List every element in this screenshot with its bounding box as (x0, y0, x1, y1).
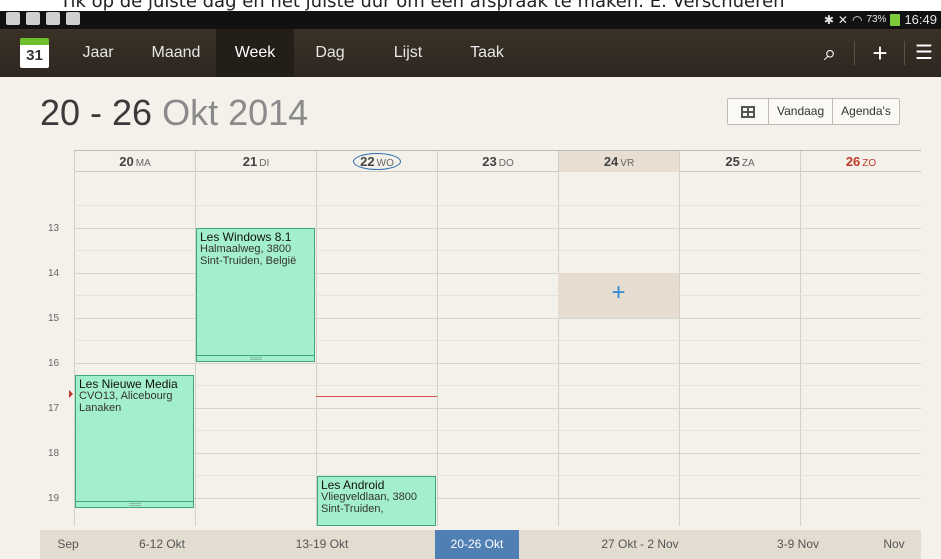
day-header-wed[interactable]: 22 WO (316, 151, 437, 172)
day-header-tue[interactable]: 21 DI (195, 151, 316, 172)
calendar-app-icon[interactable]: 31 (20, 38, 49, 68)
divider (904, 41, 905, 65)
week-item[interactable]: Sep (40, 530, 96, 559)
plus-icon: + (872, 38, 888, 68)
day-header-sun[interactable]: 26 ZO (800, 151, 921, 172)
resize-handle[interactable] (249, 357, 262, 360)
week-item[interactable]: 3-9 Nov (760, 530, 836, 559)
new-event-slot[interactable]: + (558, 273, 679, 318)
week-grid[interactable]: + Les Windows 8.1 Halmaalweg, 3800 Sint-… (74, 172, 921, 526)
hour-label-18: 18 (48, 448, 60, 459)
today-marker: 22 WO (353, 153, 401, 170)
day-header-fri[interactable]: 24 VR (558, 151, 679, 172)
event-title: Les Nieuwe Media (79, 377, 178, 391)
week-item[interactable]: 6-12 Okt (120, 530, 204, 559)
gallery-icon (6, 12, 20, 25)
event-windows[interactable]: Les Windows 8.1 Halmaalweg, 3800 Sint-Tr… (196, 228, 315, 362)
date-range: 20 - 26 (40, 92, 153, 133)
check-icon (46, 12, 60, 25)
hour-label-19: 19 (48, 493, 60, 504)
search-icon: ⌕ (823, 40, 837, 65)
week-item[interactable]: 27 Okt - 2 Nov (585, 530, 695, 559)
overflow-menu-button[interactable]: ☰ (910, 29, 938, 77)
divider (854, 41, 855, 65)
event-location: Vliegveldlaan, 3800 Sint-Truiden, (321, 491, 418, 515)
hour-label-15: 15 (48, 313, 60, 324)
google-plus-icon (26, 12, 40, 25)
hour-label-14: 14 (48, 268, 60, 279)
bluetooth-icon: ✱ (823, 12, 834, 27)
tab-jaar[interactable]: Jaar (70, 29, 126, 77)
notification-icon (66, 12, 80, 25)
action-bar: 31 Jaar Maand Week Dag Lijst Taak ⌕ + ☰ (0, 29, 941, 77)
week-item[interactable]: 13-19 Okt (280, 530, 364, 559)
add-event-button[interactable]: + (862, 29, 898, 77)
battery-percent: 73% (866, 14, 887, 25)
event-title: Les Android (321, 478, 385, 492)
calendars-button[interactable]: Agenda's (832, 99, 899, 124)
resize-handle[interactable] (128, 503, 141, 506)
view-toggle-button[interactable] (728, 99, 768, 124)
day-header-thu[interactable]: 23 DO (437, 151, 558, 172)
current-time-marker (69, 390, 73, 398)
week-item[interactable]: Nov (872, 530, 916, 559)
hour-label-13: 13 (48, 223, 60, 234)
view-controls: Vandaag Agenda's (727, 98, 900, 125)
battery-icon (890, 13, 901, 26)
menu-icon: ☰ (915, 42, 933, 64)
event-location: Halmaalweg, 3800 Sint-Truiden, België (200, 243, 297, 267)
tab-week[interactable]: Week (216, 29, 294, 77)
current-time-line (316, 396, 437, 397)
month-year: Okt 2014 (162, 92, 309, 133)
day-header-sat[interactable]: 25 ZA (679, 151, 800, 172)
add-event-icon: + (611, 279, 626, 306)
hour-label-16: 16 (48, 358, 60, 369)
week-navigation: Sep 6-12 Okt 13-19 Okt 20-26 Okt 27 Okt … (40, 530, 921, 559)
wifi-icon: ◠ (851, 12, 863, 27)
search-button[interactable]: ⌕ (812, 29, 848, 77)
event-title: Les Windows 8.1 (200, 230, 292, 244)
event-nieuwe-media[interactable]: Les Nieuwe Media CVO13, Alicebourg Lanak… (75, 375, 194, 508)
grid-icon (741, 105, 755, 118)
day-header-mon[interactable]: 20 MA (74, 151, 195, 172)
day-header-row: 20 MA 21 DI 22 WO 23 DO 24 VR 25 ZA 26 ZO (74, 150, 921, 172)
week-item-current[interactable]: 20-26 Okt (435, 530, 519, 559)
hour-label-17: 17 (48, 403, 60, 414)
tab-taak[interactable]: Taak (454, 29, 520, 77)
caption-strip: Tik op de juiste dag en het juiste uur o… (0, 0, 941, 11)
status-bar: ✱ ✕ ◠ 73% 16:49 (0, 11, 941, 29)
event-android[interactable]: Les Android Vliegveldlaan, 3800 Sint-Tru… (317, 476, 436, 526)
clock: 16:49 (904, 12, 937, 27)
page-title: 20 - 26 Okt 2014 (40, 92, 308, 134)
event-location: CVO13, Alicebourg Lanaken (79, 390, 173, 414)
caption-text: Tik op de juiste dag en het juiste uur o… (60, 0, 785, 11)
today-button[interactable]: Vandaag (768, 99, 832, 124)
mute-icon: ✕ (837, 12, 848, 27)
tab-maand[interactable]: Maand (138, 29, 214, 77)
tab-lijst[interactable]: Lijst (372, 29, 444, 77)
tab-dag[interactable]: Dag (298, 29, 362, 77)
